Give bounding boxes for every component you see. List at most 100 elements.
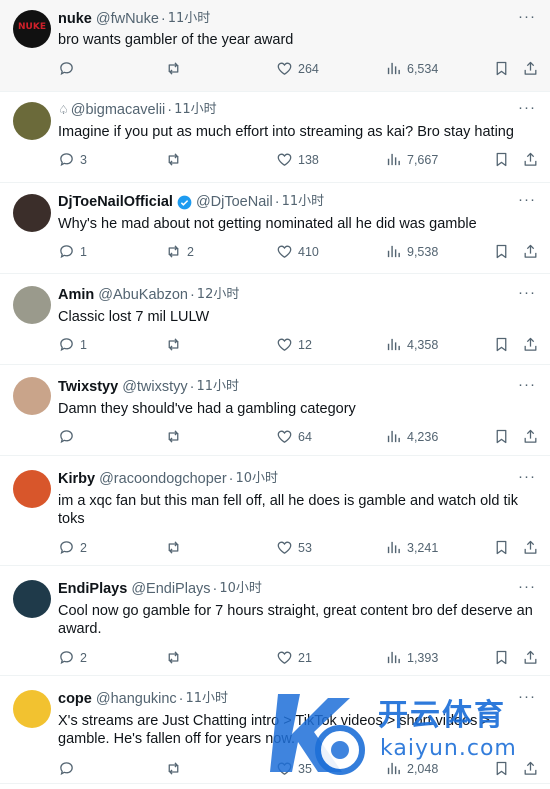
more-options-icon[interactable]: ··· — [518, 284, 536, 301]
like-button[interactable]: 138 — [276, 151, 319, 168]
user-handle[interactable]: @twixstyy — [122, 378, 187, 396]
tweet-card[interactable]: Kirby @racoondogchoper · 10小时 ··· im a xqc fa… — [0, 456, 550, 566]
avatar[interactable] — [13, 470, 51, 508]
reply-button[interactable]: 2 — [58, 649, 87, 666]
heart-icon — [276, 428, 293, 445]
reply-button[interactable]: 2 — [58, 539, 87, 556]
display-name[interactable]: Amin — [58, 286, 94, 304]
display-name[interactable]: Kirby — [58, 470, 95, 488]
bookmark-button[interactable] — [493, 428, 515, 445]
avatar[interactable] — [13, 286, 51, 324]
reply-button[interactable]: 1 — [58, 243, 87, 260]
more-options-icon[interactable]: ··· — [518, 8, 536, 25]
more-options-icon[interactable]: ··· — [518, 376, 536, 393]
timestamp[interactable]: 11小时 — [186, 690, 229, 708]
reply-button[interactable] — [58, 60, 80, 77]
avatar[interactable] — [13, 102, 51, 140]
more-options-icon[interactable]: ··· — [518, 191, 536, 208]
tweet-card[interactable]: EndiPlays @EndiPlays · 10小时 ··· Cool now go g… — [0, 566, 550, 676]
tweet-card[interactable]: NUKE nuke @fwNuke · 11小时 ··· bro wants gambler… — [0, 0, 550, 92]
user-handle[interactable]: @AbuKabzon — [98, 286, 188, 304]
retweet-button[interactable] — [165, 428, 187, 445]
share-button[interactable] — [522, 336, 544, 353]
user-handle[interactable]: @DjToeNail — [196, 193, 273, 211]
display-name[interactable]: cope — [58, 690, 92, 708]
timestamp[interactable]: 11小时 — [174, 101, 217, 119]
more-options-icon[interactable]: ··· — [518, 688, 536, 705]
tweet-card[interactable]: ♤ @bigmacavelii · 11小时 ··· Imagine if you put… — [0, 92, 550, 183]
retweet-button[interactable] — [165, 60, 187, 77]
share-button[interactable] — [522, 428, 544, 445]
like-button[interactable]: 410 — [276, 243, 319, 260]
views-button[interactable]: 3,241 — [385, 539, 438, 556]
share-button[interactable] — [522, 60, 544, 77]
user-handle[interactable]: @fwNuke — [96, 10, 159, 28]
share-button[interactable] — [522, 539, 544, 556]
like-count: 264 — [298, 61, 319, 76]
views-button[interactable]: 2,048 — [385, 760, 438, 777]
bookmark-button[interactable] — [493, 336, 515, 353]
retweet-button[interactable] — [165, 760, 187, 777]
bookmark-button[interactable] — [493, 649, 515, 666]
tweet-card[interactable]: DjToeNailOfficial @DjToeNail · 11小时 ··· Why's… — [0, 183, 550, 274]
display-name[interactable]: EndiPlays — [58, 580, 127, 598]
views-button[interactable]: 6,534 — [385, 60, 438, 77]
timestamp[interactable]: 11小时 — [197, 378, 240, 396]
like-button[interactable]: 64 — [276, 428, 312, 445]
views-button[interactable]: 7,667 — [385, 151, 438, 168]
share-button[interactable] — [522, 243, 544, 260]
bookmark-button[interactable] — [493, 539, 515, 556]
display-name[interactable]: nuke — [58, 10, 92, 28]
views-button[interactable]: 4,358 — [385, 336, 438, 353]
view-count: 6,534 — [407, 61, 439, 76]
retweet-button[interactable] — [165, 539, 187, 556]
timestamp[interactable]: 10小时 — [219, 580, 262, 598]
reply-button[interactable]: 1 — [58, 336, 87, 353]
retweet-button[interactable] — [165, 336, 187, 353]
reply-button[interactable] — [58, 760, 80, 777]
avatar[interactable]: NUKE — [13, 10, 51, 48]
tweet-card[interactable]: Amin @AbuKabzon · 12小时 ··· Classic lost 7 mil… — [0, 274, 550, 365]
timestamp[interactable]: 11小时 — [282, 193, 325, 211]
avatar[interactable] — [13, 580, 51, 618]
bookmark-button[interactable] — [493, 243, 515, 260]
user-handle[interactable]: @hangukinc — [96, 690, 177, 708]
more-options-icon[interactable]: ··· — [518, 468, 536, 485]
views-button[interactable]: 9,538 — [385, 243, 438, 260]
reply-button[interactable]: 3 — [58, 151, 87, 168]
avatar[interactable] — [13, 194, 51, 232]
display-name[interactable]: DjToeNailOfficial — [58, 193, 173, 211]
bookmark-button[interactable] — [493, 760, 515, 777]
timestamp[interactable]: 12小时 — [197, 286, 240, 304]
tweet-card[interactable]: Twixstyy @twixstyy · 11小时 ··· Damn they shoul… — [0, 365, 550, 456]
tweet-header: EndiPlays @EndiPlays · 10小时 — [58, 580, 262, 598]
like-button[interactable]: 21 — [276, 649, 312, 666]
reply-button[interactable] — [58, 428, 80, 445]
display-name[interactable]: Twixstyy — [58, 378, 118, 396]
views-button[interactable]: 1,393 — [385, 649, 438, 666]
user-handle[interactable]: @bigmacavelii — [71, 101, 166, 119]
tweet-card[interactable]: cope @hangukinc · 11小时 ··· X's streams are Ju… — [0, 676, 550, 784]
views-button[interactable]: 4,236 — [385, 428, 438, 445]
like-button[interactable]: 35 — [276, 760, 312, 777]
retweet-button[interactable]: 2 — [165, 243, 194, 260]
timestamp[interactable]: 10小时 — [236, 470, 279, 488]
avatar[interactable] — [13, 690, 51, 728]
timestamp[interactable]: 11小时 — [168, 10, 211, 28]
more-options-icon[interactable]: ··· — [518, 99, 536, 116]
avatar[interactable] — [13, 377, 51, 415]
like-button[interactable]: 264 — [276, 60, 319, 77]
share-button[interactable] — [522, 760, 544, 777]
like-button[interactable]: 53 — [276, 539, 312, 556]
like-button[interactable]: 12 — [276, 336, 312, 353]
bookmark-button[interactable] — [493, 151, 515, 168]
retweet-button[interactable] — [165, 649, 187, 666]
bookmark-button[interactable] — [493, 60, 515, 77]
tweet-actions: 2 21 1,393 — [58, 649, 544, 669]
more-options-icon[interactable]: ··· — [518, 578, 536, 595]
user-handle[interactable]: @racoondogchoper — [99, 470, 227, 488]
share-button[interactable] — [522, 151, 544, 168]
user-handle[interactable]: @EndiPlays — [131, 580, 210, 598]
retweet-button[interactable] — [165, 151, 187, 168]
share-button[interactable] — [522, 649, 544, 666]
